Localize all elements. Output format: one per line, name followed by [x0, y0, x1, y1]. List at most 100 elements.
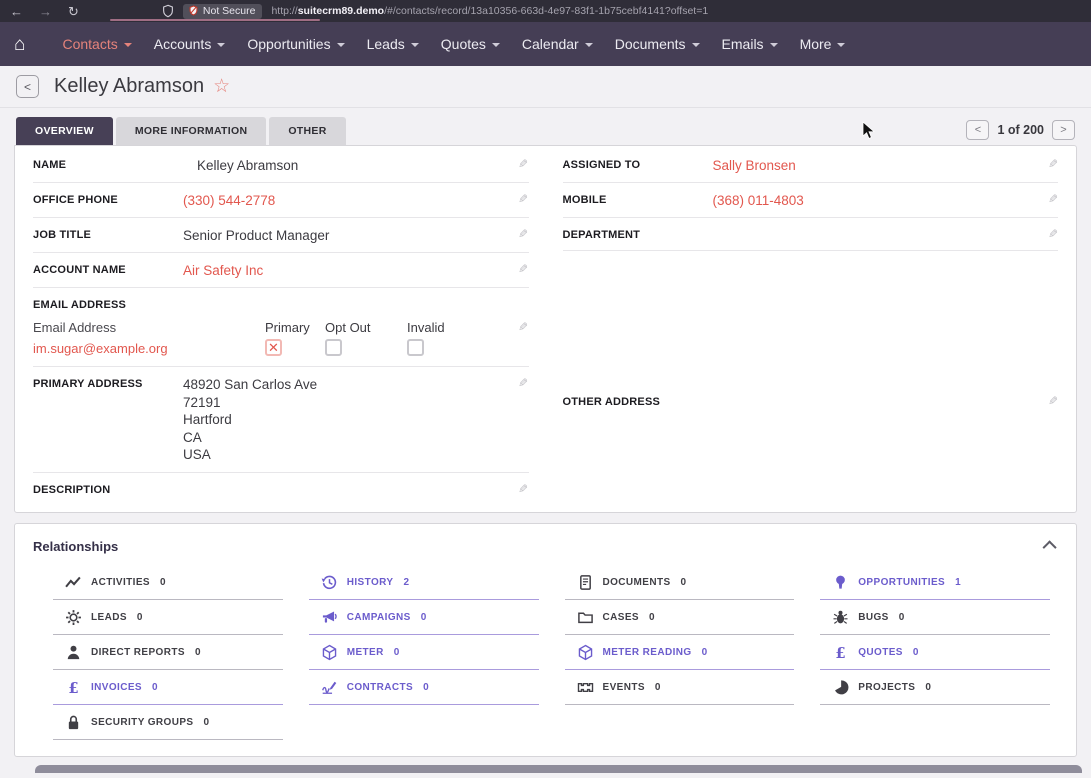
relationships-header[interactable]: Relationships — [15, 524, 1076, 565]
field-row-department: DEPARTMENT ✎ — [563, 218, 1059, 251]
relationship-item-quotes[interactable]: £QUOTES0 — [820, 635, 1050, 670]
relationship-label: BUGS — [858, 612, 889, 623]
relationship-count: 1 — [955, 577, 961, 588]
relationship-item-meter[interactable]: METER0 — [309, 635, 539, 670]
nav-item-opportunities[interactable]: Opportunities — [236, 30, 355, 58]
edit-pencil-icon[interactable]: ✎ — [518, 192, 528, 206]
relationship-item-documents[interactable]: DOCUMENTS0 — [565, 565, 795, 600]
edit-pencil-icon[interactable]: ✎ — [518, 482, 528, 496]
relationship-count: 0 — [649, 612, 655, 623]
edit-pencil-icon[interactable]: ✎ — [518, 262, 528, 276]
chevron-down-icon — [217, 43, 225, 47]
assigned-to-link[interactable]: Sally Bronsen — [713, 157, 1048, 174]
relationship-count: 0 — [702, 647, 708, 658]
chevron-down-icon — [585, 43, 593, 47]
next-record-button[interactable]: > — [1052, 120, 1075, 140]
mobile-link[interactable]: (368) 011-4803 — [713, 192, 1048, 209]
nav-item-label: Quotes — [441, 36, 486, 52]
relationship-item-leads[interactable]: LEADS 0 — [53, 600, 283, 635]
relationship-item-contracts[interactable]: CONTRACTS0 — [309, 670, 539, 705]
nav-item-calendar[interactable]: Calendar — [511, 30, 604, 58]
edit-pencil-icon[interactable]: ✎ — [518, 320, 528, 356]
chevron-down-icon — [411, 43, 419, 47]
edit-pencil-icon[interactable]: ✎ — [518, 376, 528, 390]
relationship-item-cases[interactable]: CASES 0 — [565, 600, 795, 635]
nav-item-documents[interactable]: Documents — [604, 30, 711, 58]
edit-pencil-icon[interactable]: ✎ — [1048, 227, 1058, 241]
relationship-item-invoices[interactable]: £INVOICES0 — [53, 670, 283, 705]
field-label: DESCRIPTION — [33, 482, 183, 496]
relationship-label: INVOICES — [91, 682, 142, 693]
relationship-item-activities[interactable]: ACTIVITIES0 — [53, 565, 283, 600]
pound-icon: £ — [65, 679, 82, 696]
edit-pencil-icon[interactable]: ✎ — [518, 227, 528, 241]
relationship-label: SECURITY GROUPS — [91, 717, 194, 728]
bug-icon — [832, 609, 849, 626]
relationship-label: EVENTS — [603, 682, 645, 693]
edit-pencil-icon[interactable]: ✎ — [1048, 394, 1058, 408]
cube-icon — [321, 644, 338, 661]
address-line: 72191 — [183, 394, 518, 412]
relationship-item-opportunities[interactable]: OPPORTUNITIES1 — [820, 565, 1050, 600]
field-label: MOBILE — [563, 192, 713, 206]
back-to-list-button[interactable]: < — [16, 75, 39, 98]
relationship-count: 0 — [925, 682, 931, 693]
collapse-chevron-icon[interactable] — [1043, 540, 1057, 554]
nav-item-quotes[interactable]: Quotes — [430, 30, 511, 58]
nav-item-accounts[interactable]: Accounts — [143, 30, 237, 58]
prev-record-button[interactable]: < — [966, 120, 989, 140]
nav-item-contacts[interactable]: Contacts — [51, 30, 142, 58]
favorite-star-icon[interactable]: ☆ — [213, 75, 230, 98]
browser-back-icon[interactable]: ← — [10, 5, 23, 18]
nav-item-emails[interactable]: Emails — [711, 30, 789, 58]
relationship-item-direct-reports[interactable]: DIRECT REPORTS0 — [53, 635, 283, 670]
browser-forward-icon[interactable]: → — [39, 5, 52, 18]
tab-more-information[interactable]: MORE INFORMATION — [116, 117, 267, 145]
nav-item-leads[interactable]: Leads — [356, 30, 430, 58]
opt-out-checkbox[interactable] — [325, 339, 342, 356]
relationship-item-bugs[interactable]: BUGS0 — [820, 600, 1050, 635]
office-phone-link[interactable]: (330) 544-2778 — [183, 192, 518, 209]
relationship-count: 0 — [137, 612, 143, 623]
address-bar-url[interactable]: http://suitecrm89.demo/#/contacts/record… — [271, 5, 708, 17]
site-permissions-shield-icon[interactable] — [161, 4, 175, 18]
field-label: ACCOUNT NAME — [33, 262, 183, 276]
relationship-count: 0 — [655, 682, 661, 693]
not-secure-badge[interactable]: Not Secure — [183, 4, 263, 19]
relationship-item-meter-reading[interactable]: METER READING0 — [565, 635, 795, 670]
edit-pencil-icon[interactable]: ✎ — [1048, 157, 1058, 171]
browser-reload-icon[interactable]: ↻ — [68, 5, 79, 18]
invalid-checkbox[interactable] — [407, 339, 424, 356]
address-line: CA — [183, 429, 518, 447]
pagination-position: 1 of 200 — [997, 123, 1044, 137]
relationship-item-campaigns[interactable]: CAMPAIGNS0 — [309, 600, 539, 635]
field-row-account-name: ACCOUNT NAME Air Safety Inc ✎ — [33, 253, 529, 288]
relationship-label: METER — [347, 647, 384, 658]
edit-pencil-icon[interactable]: ✎ — [518, 157, 528, 171]
email-address-link[interactable]: im.sugar@example.org — [33, 341, 183, 356]
relationship-item-history[interactable]: HISTORY2 — [309, 565, 539, 600]
browser-chrome: ← → ↻ Not Secure http://suitecrm89.demo/… — [0, 0, 1091, 22]
account-name-link[interactable]: Air Safety Inc — [183, 262, 518, 279]
home-icon[interactable]: ⌂ — [14, 35, 25, 54]
tab-overview[interactable]: OVERVIEW — [16, 117, 113, 145]
field-label: JOB TITLE — [33, 227, 183, 241]
tab-other[interactable]: OTHER — [269, 117, 345, 145]
relationship-item-security-groups[interactable]: SECURITY GROUPS0 — [53, 705, 283, 740]
email-invalid-column: Invalid — [407, 320, 453, 356]
history-clock-icon — [321, 574, 338, 591]
tab-underline — [110, 19, 320, 21]
field-row-assigned-to: ASSIGNED TO Sally Bronsen ✎ — [563, 148, 1059, 183]
relationship-label: LEADS — [91, 612, 127, 623]
address-line: USA — [183, 446, 518, 464]
primary-checkbox[interactable] — [265, 339, 282, 356]
chevron-down-icon — [692, 43, 700, 47]
relationship-item-projects[interactable]: PROJECTS0 — [820, 670, 1050, 705]
document-icon — [577, 574, 594, 591]
nav-item-more[interactable]: More — [789, 30, 857, 58]
relationship-item-events[interactable]: EVENTS 0 — [565, 670, 795, 705]
address-line: 48920 San Carlos Ave — [183, 376, 518, 394]
url-scheme: http:// — [271, 5, 297, 17]
edit-pencil-icon[interactable]: ✎ — [1048, 192, 1058, 206]
relationship-label: CASES — [603, 612, 639, 623]
